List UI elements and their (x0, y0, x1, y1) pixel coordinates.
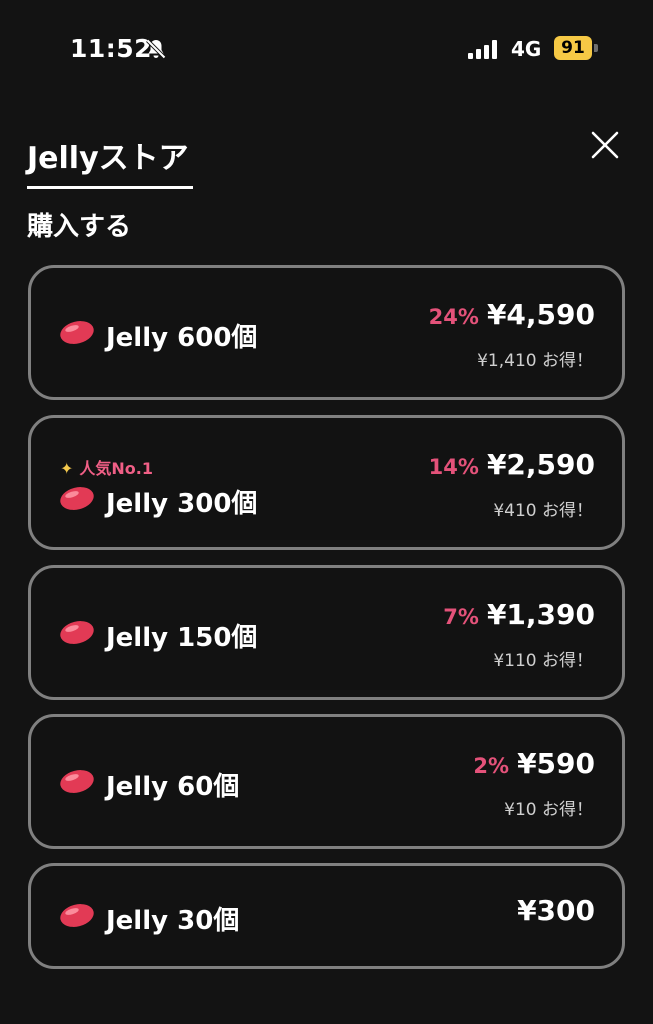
popular-badge-label: 人気No.1 (79, 459, 154, 478)
discount-percent: 24% (428, 305, 479, 329)
battery-icon: 91 (554, 36, 592, 60)
jelly-bean-icon (60, 321, 94, 344)
product-name: Jelly 600個 (106, 323, 258, 353)
tab-jelly-store[interactable]: Jellyストア (27, 133, 189, 177)
price-line: 24% ¥4,590 (429, 298, 595, 331)
product-name: Jelly 150個 (106, 623, 258, 653)
jelly-bean-icon (60, 770, 94, 793)
price: ¥4,590 (486, 298, 595, 331)
product-card-600[interactable]: Jelly 600個 24% ¥4,590 ¥1,410 お得！ (28, 265, 625, 400)
signal-strength-icon (468, 40, 497, 59)
savings-text: ¥1,410 お得！ (477, 351, 593, 371)
jelly-store-screen: 11:52 4G 91 Jellyストア 購入する Jelly 600個 24%… (0, 0, 653, 1024)
close-icon[interactable] (589, 129, 621, 161)
price-line: ¥300 (517, 894, 595, 927)
savings-text: ¥410 お得！ (493, 501, 593, 521)
price: ¥590 (517, 747, 595, 780)
product-card-300[interactable]: ✦ 人気No.1 Jelly 300個 14% ¥2,590 ¥410 お得！ (28, 415, 625, 550)
product-card-60[interactable]: Jelly 60個 2% ¥590 ¥10 お得！ (28, 714, 625, 849)
price-line: 14% ¥2,590 (429, 448, 595, 481)
product-card-150[interactable]: Jelly 150個 7% ¥1,390 ¥110 お得！ (28, 565, 625, 700)
status-time: 11:52 (70, 34, 153, 63)
popular-badge: ✦ 人気No.1 (60, 455, 153, 479)
price: ¥2,590 (486, 448, 595, 481)
product-name: Jelly 60個 (106, 772, 240, 802)
price: ¥1,390 (486, 598, 595, 631)
jelly-bean-icon (60, 487, 94, 510)
savings-text: ¥110 お得！ (493, 651, 593, 671)
jelly-bean-icon (60, 904, 94, 927)
product-name: Jelly 300個 (106, 489, 258, 519)
bell-muted-icon (146, 39, 166, 59)
status-bar: 11:52 4G 91 (0, 0, 653, 90)
network-type: 4G (511, 37, 542, 61)
price-line: 7% ¥1,390 (443, 598, 595, 631)
product-card-30[interactable]: Jelly 30個 ¥300 (28, 863, 625, 969)
section-title: 購入する (27, 212, 132, 242)
savings-text: ¥10 お得！ (504, 800, 593, 820)
discount-percent: 14% (428, 455, 479, 479)
battery-cap (594, 44, 598, 52)
discount-percent: 2% (473, 754, 510, 778)
product-name: Jelly 30個 (106, 906, 240, 936)
price: ¥300 (517, 894, 595, 927)
price-line: 2% ¥590 (473, 747, 595, 780)
discount-percent: 7% (443, 605, 479, 629)
tab-underline (27, 186, 193, 189)
jelly-bean-icon (60, 621, 94, 644)
sparkle-icon: ✦ (60, 459, 74, 478)
